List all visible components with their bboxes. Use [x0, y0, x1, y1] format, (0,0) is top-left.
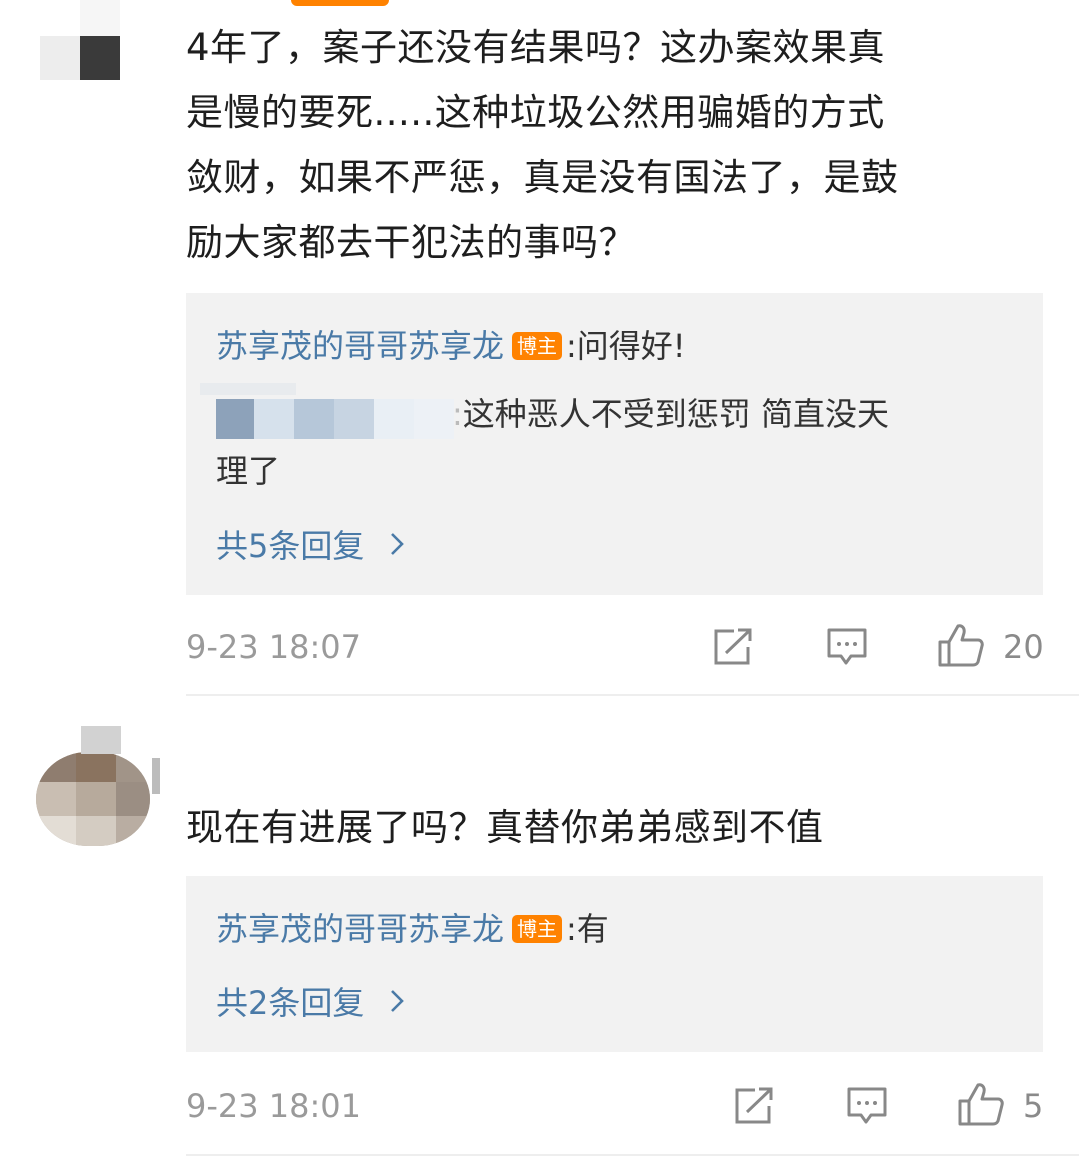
reply-preview-box[interactable]: 苏享茂的哥哥苏享龙 博主:有 共2条回复 — [186, 876, 1043, 1052]
comment-line: 4年了，案子还没有结果吗？这办案效果真 — [186, 26, 886, 69]
reply-item[interactable]: :这种恶人不受到惩罚 简直没天 — [452, 394, 889, 434]
like-icon[interactable] — [957, 1081, 1005, 1131]
comment-timestamp: 9-23 18:01 — [186, 1087, 362, 1125]
blurred-username[interactable] — [200, 383, 454, 441]
reply-text: 这种恶人不受到惩罚 简直没天 — [462, 395, 889, 433]
share-icon[interactable] — [712, 627, 754, 671]
reply-separator: : — [452, 395, 463, 433]
view-all-replies-link[interactable]: 共5条回复 — [216, 521, 405, 567]
reply-text-continued: 理了 — [216, 452, 281, 490]
avatar[interactable] — [36, 726, 160, 846]
like-icon[interactable] — [937, 622, 985, 672]
blogger-badge: 博主 — [512, 332, 563, 360]
reply-text: 问得好! — [576, 327, 686, 365]
comment-timestamp: 9-23 18:07 — [186, 628, 362, 666]
chevron-right-icon — [389, 527, 405, 565]
view-all-replies-link[interactable]: 共2条回复 — [216, 978, 405, 1024]
chevron-right-icon — [389, 984, 405, 1022]
more-replies-label: 共5条回复 — [216, 527, 365, 565]
comment-divider — [186, 694, 1079, 696]
comment-icon[interactable] — [846, 1086, 888, 1130]
like-count: 5 — [1023, 1087, 1044, 1125]
comment-line: 敛财，如果不严惩，真是没有国法了，是鼓 — [186, 156, 899, 199]
comment-text: 现在有进展了吗？真替你弟弟感到不值 — [186, 806, 824, 849]
reply-item[interactable]: 苏享茂的哥哥苏享龙 博主:有 — [216, 909, 609, 949]
share-icon[interactable] — [733, 1086, 775, 1130]
comment-text: 4年了，案子还没有结果吗？这办案效果真 是慢的要死.....这种垃圾公然用骗婚的… — [186, 15, 1066, 275]
avatar[interactable] — [40, 0, 120, 80]
comment-divider — [186, 1154, 1079, 1156]
comment-line: 是慢的要死.....这种垃圾公然用骗婚的方式 — [186, 91, 885, 134]
reply-separator: : — [566, 327, 577, 365]
reply-separator: : — [566, 910, 577, 948]
top-accent-bar — [291, 0, 389, 6]
like-count: 20 — [1003, 628, 1044, 666]
reply-preview-box[interactable]: 苏享茂的哥哥苏享龙 博主:问得好! :这种恶人不受到惩罚 简直没天 理了 共5条回… — [186, 293, 1043, 595]
blogger-badge: 博主 — [512, 915, 563, 943]
comment-line: 励大家都去干犯法的事吗？ — [186, 221, 636, 264]
reply-author-link[interactable]: 苏享茂的哥哥苏享龙 — [216, 327, 504, 365]
reply-author-link[interactable]: 苏享茂的哥哥苏享龙 — [216, 910, 504, 948]
reply-text: 有 — [576, 910, 609, 948]
reply-item[interactable]: 苏享茂的哥哥苏享龙 博主:问得好! — [216, 326, 686, 366]
comment-icon[interactable] — [826, 627, 868, 671]
more-replies-label: 共2条回复 — [216, 984, 365, 1022]
